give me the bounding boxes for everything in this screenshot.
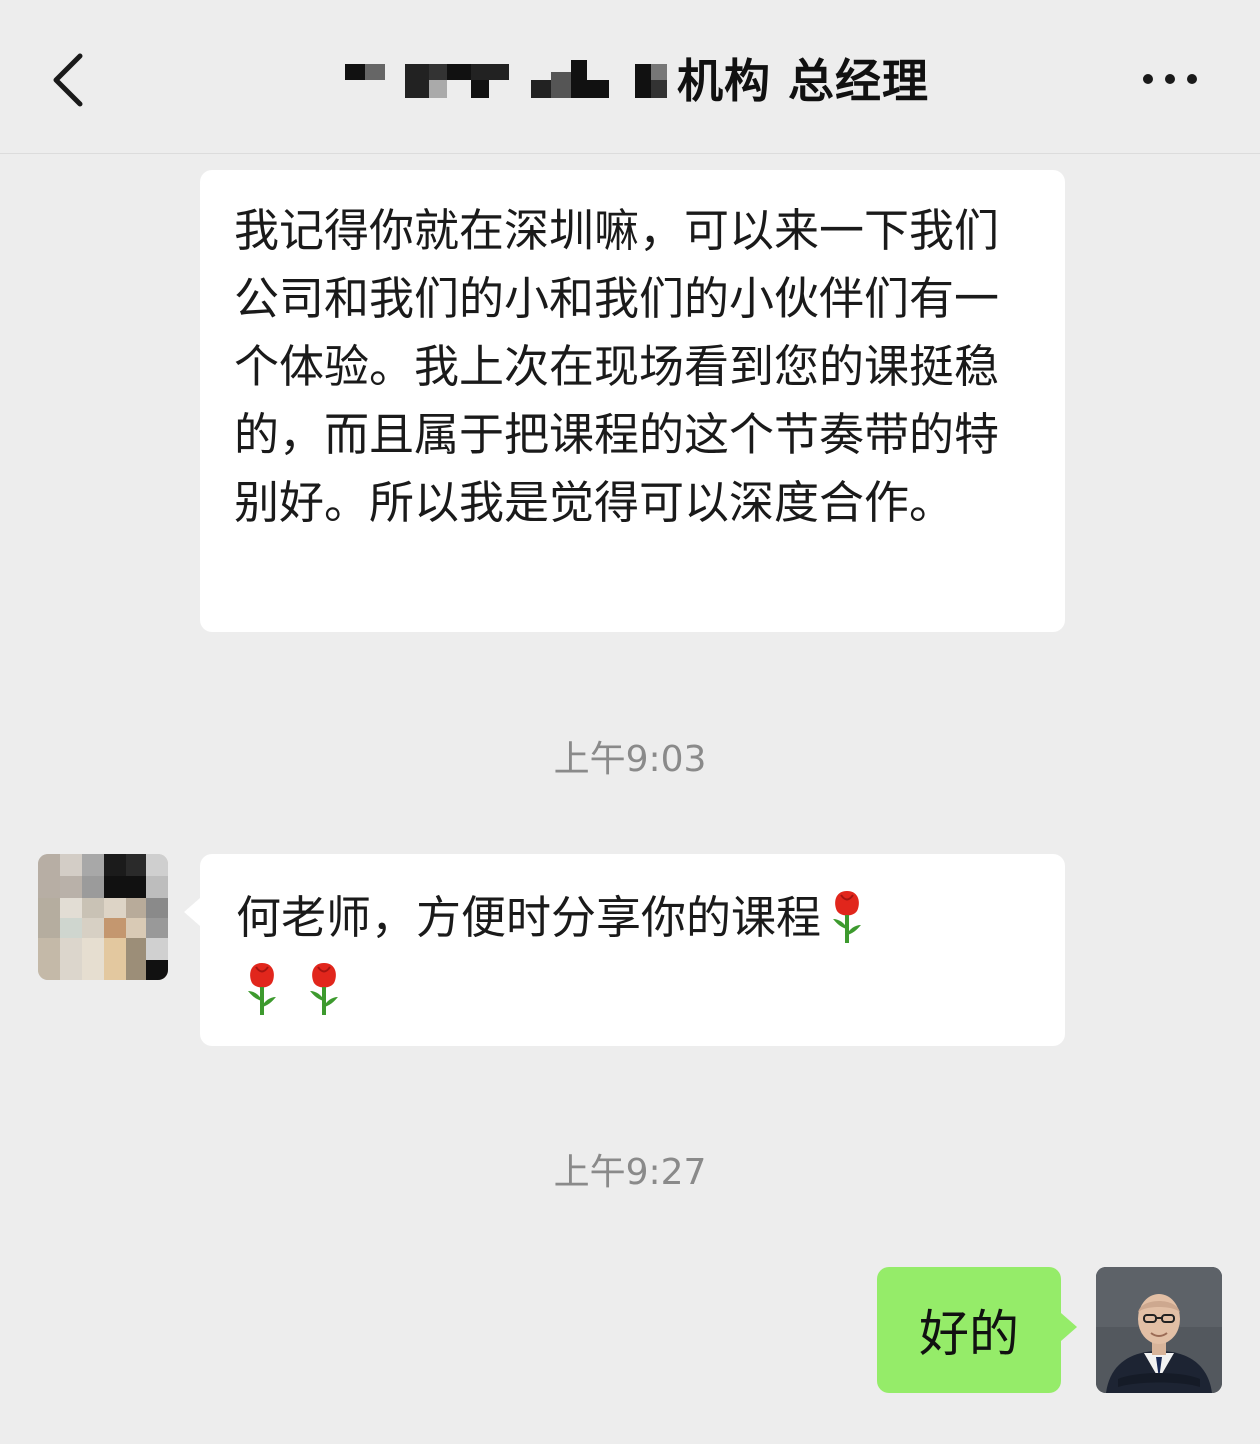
rose-icon (248, 963, 276, 1015)
avatar-mosaic-image (38, 854, 168, 980)
back-button[interactable] (40, 42, 100, 118)
chat-header: 机构 总经理 (0, 0, 1260, 154)
ellipsis-icon (1143, 74, 1197, 84)
sender-avatar[interactable] (38, 854, 168, 980)
message-bubble-incoming[interactable]: 我记得你就在深圳嘛，可以来一下我们公司和我们的小和我们的小伙伴们有一个体验。我上… (200, 170, 1065, 632)
chat-screen: 机构 总经理 我记得你就在深圳嘛，可以来一下我们公司和我们的小和我们的小伙伴们有… (0, 0, 1260, 1444)
chat-title: 机构 总经理 (300, 40, 960, 116)
more-options-button[interactable] (1134, 56, 1214, 102)
page-title: 机构 总经理 (676, 54, 929, 108)
timestamp: 上午9:27 (553, 1152, 707, 1193)
rose-icon (310, 963, 338, 1015)
message-text: 何老师，方便时分享你的课程 (236, 891, 822, 944)
chevron-left-icon (53, 53, 83, 107)
message-line: 何老师，方便时分享你的课程 (236, 884, 1035, 956)
message-text: 我记得你就在深圳嘛，可以来一下我们公司和我们的小和我们的小伙伴们有一个体验。我上… (234, 204, 1000, 529)
message-bubble-outgoing[interactable]: 好的 (877, 1267, 1077, 1393)
message-line (236, 956, 1035, 1028)
rose-icon (833, 891, 862, 943)
message-bubble-incoming[interactable]: 何老师，方便时分享你的课程 (184, 854, 1065, 1046)
person-portrait-image (1096, 1267, 1222, 1393)
timestamp: 上午9:03 (553, 739, 707, 780)
message-text: 好的 (919, 1305, 1019, 1363)
my-avatar[interactable] (1096, 1267, 1222, 1393)
redacted-name-mosaic (344, 60, 667, 98)
